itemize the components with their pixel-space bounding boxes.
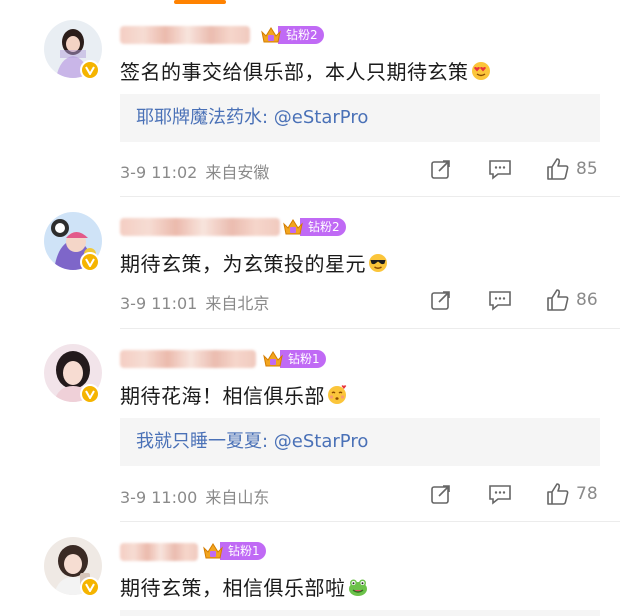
comment-location: 来自安徽: [205, 163, 270, 182]
sunglasses-emoji: [368, 253, 388, 278]
reply-preview[interactable]: 我就只睡一夏夏: @eStarPro: [120, 418, 600, 466]
fan-badge-label: 钻粉1: [280, 350, 326, 368]
share-button[interactable]: [430, 289, 452, 311]
comment-icon: [489, 291, 511, 311]
comment-button[interactable]: [488, 289, 512, 311]
reply-preview-partial: [120, 610, 600, 616]
reply-mention[interactable]: : @eStarPro: [262, 431, 368, 452]
username-blurred[interactable]: [120, 543, 198, 561]
username-blurred[interactable]: [120, 26, 250, 44]
comment-meta: 3-9 11:01 来自北京: [120, 290, 277, 314]
comment-date: 3-9 11:01: [120, 294, 198, 313]
comment-icon: [489, 485, 511, 505]
comment-date: 3-9 11:02: [120, 163, 198, 182]
heart-eyes-emoji: [471, 61, 491, 86]
comment-body: 签名的事交给俱乐部，本人只期待玄策: [120, 60, 469, 84]
username-blurred[interactable]: [120, 218, 280, 236]
fan-badge-label: 钻粉2: [300, 218, 346, 236]
comment-location: 来自北京: [205, 294, 270, 313]
comment-body: 期待玄策，相信俱乐部啦: [120, 576, 346, 600]
divider: [120, 328, 620, 329]
comment-button[interactable]: [488, 483, 512, 505]
share-icon: [431, 291, 450, 310]
fan-badge[interactable]: 钻粉1: [262, 349, 326, 369]
comment-text: 期待玄策，相信俱乐部啦: [120, 572, 368, 602]
share-button[interactable]: [430, 158, 452, 180]
like-count: 78: [576, 484, 598, 504]
kiss-hearts-emoji: [327, 385, 347, 410]
fan-badge[interactable]: 钻粉2: [260, 25, 324, 45]
divider: [120, 196, 620, 197]
share-icon: [431, 160, 450, 179]
crown-icon: [282, 216, 304, 238]
share-icon: [431, 485, 450, 504]
crown-icon: [202, 540, 224, 562]
thumbs-up-icon: [547, 483, 569, 505]
verified-badge-icon: [80, 60, 100, 80]
fan-badge-label: 钻粉2: [278, 26, 324, 44]
divider: [120, 521, 620, 522]
verified-badge-icon: [80, 252, 100, 272]
thumbs-up-icon: [547, 289, 569, 311]
like-count: 86: [576, 290, 598, 310]
comment-text: 期待花海！相信俱乐部: [120, 380, 347, 410]
comment-body: 期待玄策，为玄策投的星元: [120, 252, 366, 276]
like-button[interactable]: 85: [546, 157, 598, 181]
reply-mention[interactable]: : @eStarPro: [262, 107, 368, 128]
share-button[interactable]: [430, 483, 452, 505]
comment-button[interactable]: [488, 158, 512, 180]
thumbs-up-icon: [547, 158, 569, 180]
comment-location: 来自山东: [205, 488, 270, 507]
verified-badge-icon: [80, 577, 100, 597]
frog-emoji: [348, 577, 368, 602]
verified-badge-icon: [80, 384, 100, 404]
comment-body: 期待花海！相信俱乐部: [120, 384, 325, 408]
reply-author[interactable]: 耶耶牌魔法药水: [136, 107, 262, 128]
crown-icon: [260, 24, 282, 46]
comment-meta: 3-9 11:00 来自山东: [120, 484, 277, 508]
comment-date: 3-9 11:00: [120, 488, 198, 507]
username-blurred[interactable]: [120, 350, 256, 368]
comment-meta: 3-9 11:02 来自安徽: [120, 159, 277, 183]
fan-badge[interactable]: 钻粉2: [282, 217, 346, 237]
comment-icon: [489, 160, 511, 180]
crown-icon: [262, 348, 284, 370]
reply-preview[interactable]: 耶耶牌魔法药水: @eStarPro: [120, 94, 600, 142]
fan-badge-label: 钻粉1: [220, 542, 266, 560]
like-button[interactable]: 78: [546, 482, 598, 506]
fan-badge[interactable]: 钻粉1: [202, 541, 266, 561]
like-count: 85: [576, 159, 598, 179]
reply-author[interactable]: 我就只睡一夏夏: [136, 431, 262, 452]
comment-text: 期待玄策，为玄策投的星元: [120, 248, 388, 278]
comment-text: 签名的事交给俱乐部，本人只期待玄策: [120, 56, 491, 86]
like-button[interactable]: 86: [546, 288, 598, 312]
active-tab-indicator: [174, 0, 226, 4]
